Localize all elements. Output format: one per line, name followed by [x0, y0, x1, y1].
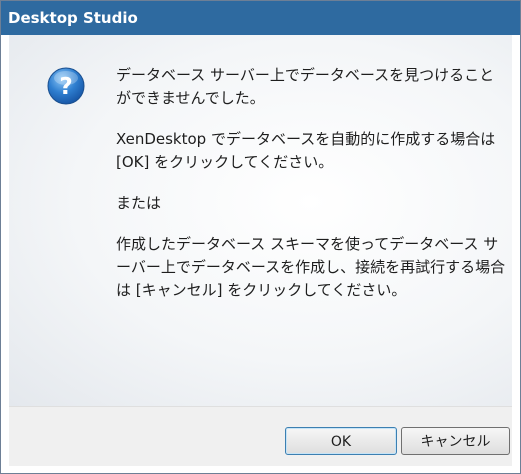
message-paragraph-manual-create: 作成したデータベース スキーマを使ってデータベース サーバー上でデータベースを作… — [116, 235, 506, 299]
message-area: ? データベース サーバー上でデータベースを見つけることができませんでした。 X… — [9, 35, 512, 406]
svg-text:?: ? — [59, 74, 72, 100]
title-bar[interactable]: Desktop Studio — [1, 1, 520, 35]
message-paragraph-auto-create: XenDesktop でデータベースを自動的に作成する場合は [OK] をクリッ… — [116, 130, 496, 171]
ok-button[interactable]: OK — [285, 427, 397, 455]
dialog-window: Desktop Studio ? データベース サーバー上でデータベースを見つけ… — [0, 0, 521, 474]
window-title: Desktop Studio — [8, 9, 138, 27]
message-paragraph-not-found: データベース サーバー上でデータベースを見つけることができませんでした。 — [116, 66, 495, 107]
button-bar: OK キャンセル — [9, 406, 512, 466]
question-icon: ? — [47, 67, 85, 105]
cancel-button[interactable]: キャンセル — [401, 427, 510, 455]
message-paragraph-or: または — [116, 194, 162, 212]
dialog-message: データベース サーバー上でデータベースを見つけることができませんでした。 Xen… — [116, 64, 508, 320]
